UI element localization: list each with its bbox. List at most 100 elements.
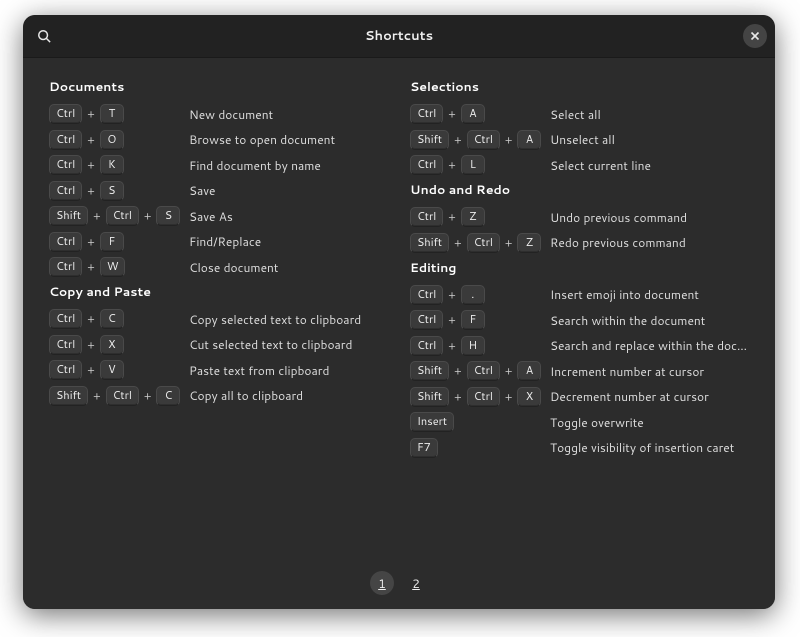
plus-separator: + — [449, 235, 467, 251]
keycap: Shift — [410, 387, 449, 407]
search-icon — [37, 29, 51, 43]
shortcut-row: Ctrl+WClose document — [49, 257, 388, 277]
keycap: A — [517, 361, 541, 381]
column-1: DocumentsCtrl+TNew documentCtrl+OBrowse … — [49, 72, 388, 559]
keycap: C — [100, 309, 124, 329]
shortcut-row: Shift+Ctrl+ZRedo previous command — [410, 233, 749, 253]
shortcut-keys: Shift+Ctrl+X — [410, 387, 550, 407]
keycap: T — [100, 104, 124, 124]
keycap: Ctrl — [49, 360, 82, 380]
shortcut-description: Decrement number at cursor — [550, 388, 709, 405]
keycap: Ctrl — [467, 130, 500, 150]
plus-separator: + — [443, 287, 461, 303]
pager: 12 — [23, 563, 775, 609]
shortcut-description: Insert emoji into document — [550, 286, 699, 303]
keycap: Shift — [410, 130, 449, 150]
keycap: Ctrl — [49, 257, 82, 277]
keycap: Z — [517, 233, 541, 253]
keycap: Ctrl — [410, 155, 443, 175]
plus-separator: + — [139, 208, 157, 224]
section-title: Editing — [410, 259, 749, 277]
shortcut-keys: Ctrl+F — [49, 232, 189, 252]
keycap: Shift — [49, 206, 88, 226]
page-button-2[interactable]: 2 — [404, 571, 428, 595]
shortcut-row: Ctrl+HSearch and replace within the docu… — [410, 336, 749, 356]
shortcut-row: Ctrl+KFind document by name — [49, 155, 388, 175]
keycap: Ctrl — [106, 386, 139, 406]
plus-separator: + — [443, 157, 461, 173]
plus-separator: + — [82, 337, 100, 353]
plus-separator: + — [449, 132, 467, 148]
keycap: X — [517, 387, 541, 407]
plus-separator: + — [82, 132, 100, 148]
shortcut-description: Browse to open document — [189, 131, 335, 148]
keycap: A — [461, 104, 485, 124]
keycap: Z — [461, 207, 485, 227]
keycap: L — [461, 155, 485, 175]
section-title: Copy and Paste — [49, 283, 388, 301]
keycap: F — [461, 310, 485, 330]
shortcut-description: Increment number at cursor — [550, 363, 704, 380]
window-title: Shortcuts — [365, 27, 433, 45]
shortcut-row: Ctrl+FSearch within the document — [410, 310, 749, 330]
shortcut-row: Ctrl+XCut selected text to clipboard — [49, 335, 388, 355]
plus-separator: + — [443, 338, 461, 354]
keycap: Ctrl — [49, 309, 82, 329]
keycap: Ctrl — [467, 387, 500, 407]
shortcut-description: Unselect all — [550, 131, 615, 148]
search-button[interactable] — [31, 23, 57, 49]
keycap: . — [461, 285, 485, 305]
keycap: F — [100, 232, 124, 252]
section-title: Selections — [410, 78, 749, 96]
shortcut-row: Shift+Ctrl+XDecrement number at cursor — [410, 387, 749, 407]
plus-separator: + — [449, 363, 467, 379]
keycap: Ctrl — [49, 130, 82, 150]
shortcut-keys: Ctrl+Z — [410, 207, 550, 227]
keycap: Ctrl — [49, 181, 82, 201]
shortcut-description: Paste text from clipboard — [189, 362, 329, 379]
keycap: X — [100, 335, 124, 355]
plus-separator: + — [500, 132, 518, 148]
plus-separator: + — [82, 106, 100, 122]
keycap: Ctrl — [410, 207, 443, 227]
plus-separator: + — [443, 106, 461, 122]
keycap: C — [156, 386, 180, 406]
shortcut-keys: Ctrl+H — [410, 336, 550, 356]
shortcut-row: Ctrl+CCopy selected text to clipboard — [49, 309, 388, 329]
keycap: F7 — [410, 438, 438, 458]
plus-separator: + — [82, 157, 100, 173]
plus-separator: + — [443, 312, 461, 328]
shortcut-description: Undo previous command — [550, 209, 687, 226]
keycap: W — [100, 257, 126, 277]
keycap: Ctrl — [410, 285, 443, 305]
keycap: K — [100, 155, 124, 175]
plus-separator: + — [82, 183, 100, 199]
plus-separator: + — [500, 235, 518, 251]
shortcut-description: Close document — [189, 259, 278, 276]
content-area: DocumentsCtrl+TNew documentCtrl+OBrowse … — [23, 58, 775, 563]
shortcut-description: Toggle overwrite — [550, 414, 644, 431]
shortcut-description: New document — [189, 106, 273, 123]
shortcut-keys: Shift+Ctrl+C — [49, 386, 189, 406]
shortcut-description: Select all — [550, 106, 601, 123]
keycap: S — [100, 181, 124, 201]
keycap: Ctrl — [49, 232, 82, 252]
shortcut-keys: Ctrl+K — [49, 155, 189, 175]
keycap: Ctrl — [410, 336, 443, 356]
plus-separator: + — [88, 208, 106, 224]
shortcut-row: Shift+Ctrl+AUnselect all — [410, 130, 749, 150]
keycap: O — [100, 130, 124, 150]
shortcut-row: InsertToggle overwrite — [410, 412, 749, 432]
shortcut-keys: Shift+Ctrl+S — [49, 206, 189, 226]
keycap: Shift — [49, 386, 88, 406]
keycap: H — [461, 336, 485, 356]
shortcut-description: Cut selected text to clipboard — [189, 336, 352, 353]
close-button[interactable] — [743, 24, 767, 48]
shortcut-row: Shift+Ctrl+CCopy all to clipboard — [49, 386, 388, 406]
page-button-1[interactable]: 1 — [370, 571, 394, 595]
shortcut-row: Ctrl+SSave — [49, 181, 388, 201]
shortcut-keys: Insert — [410, 412, 550, 432]
shortcut-description: Find document by name — [189, 157, 321, 174]
keycap: Ctrl — [410, 310, 443, 330]
keycap: Shift — [410, 233, 449, 253]
